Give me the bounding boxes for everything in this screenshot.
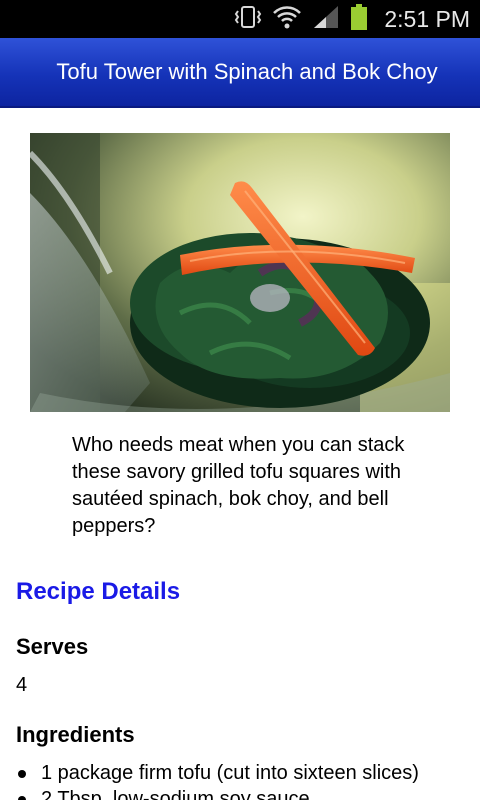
serves-label: Serves	[16, 634, 89, 659]
ingredients-list: 1 package firm tofu (cut into sixteen sl…	[16, 760, 476, 800]
ingredients-label: Ingredients	[16, 722, 135, 747]
status-time: 2:51 PM	[384, 5, 470, 32]
ingredient-text: 1 package firm tofu (cut into sixteen sl…	[41, 762, 419, 784]
list-item: 1 package firm tofu (cut into sixteen sl…	[16, 760, 476, 786]
status-bar: 2:51 PM	[0, 0, 480, 38]
list-item: 2 Tbsp. low-sodium soy sauce	[16, 786, 476, 800]
wifi-icon	[272, 4, 302, 34]
title-bar: Tofu Tower with Spinach and Bok Choy	[0, 38, 480, 108]
recipe-intro: Who needs meat when you can stack these …	[72, 434, 405, 537]
ingredient-text: 2 Tbsp. low-sodium soy sauce	[41, 788, 310, 800]
bullet-icon	[18, 770, 26, 778]
recipe-hero-image	[30, 133, 450, 412]
signal-icon	[312, 4, 340, 34]
recipe-content[interactable]: Who needs meat when you can stack these …	[0, 108, 480, 800]
bullet-icon	[18, 796, 26, 800]
serves-value: 4	[16, 674, 28, 696]
vibrate-icon	[234, 4, 262, 34]
recipe-details-heading: Recipe Details	[16, 578, 181, 605]
page-title: Tofu Tower with Spinach and Bok Choy	[56, 59, 438, 84]
battery-icon	[350, 3, 368, 35]
